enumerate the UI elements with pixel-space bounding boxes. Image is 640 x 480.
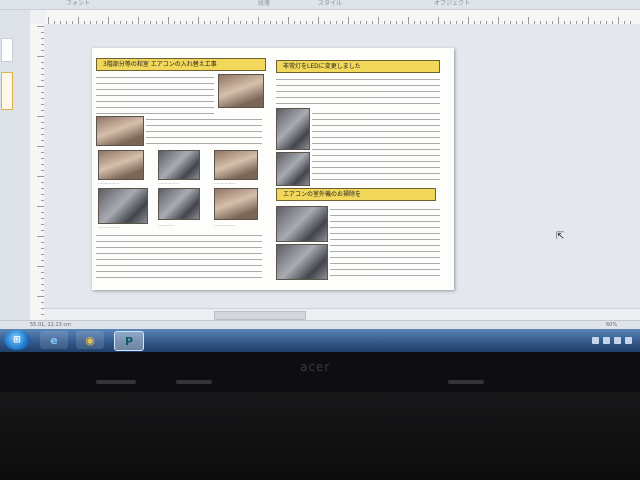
ruler-tick [37,86,44,87]
text-block[interactable] [276,76,440,106]
photo-led-light[interactable] [276,152,310,186]
internet-explorer-icon[interactable]: e [40,331,68,349]
ruler-tick [37,176,44,177]
ruler-tick [108,17,109,24]
ribbon-group-styles: スタイル [318,0,343,7]
ruler-tick [37,236,44,237]
photo-step-3[interactable] [214,150,258,180]
ruler-tick [37,56,44,57]
brand-logo: acer [300,360,331,374]
ruler-tick [528,17,529,24]
caption: ‥‥‥‥‥‥‥‥ [98,180,120,185]
ruler-tick [588,17,589,24]
vertical-ruler[interactable] [30,24,45,320]
key-reflection [448,380,484,384]
tray-icon[interactable] [592,336,599,344]
text-block[interactable] [96,74,214,116]
tray-icon[interactable] [603,336,610,344]
keyboard-area [0,392,640,480]
page-thumbnail-selected[interactable] [1,72,13,110]
screen: フォント 段落 スタイル オブジェクト 3階部分等の和室 エアコンの入れ替え工事… [0,0,640,352]
photo-room[interactable] [96,116,144,146]
text-block[interactable] [96,232,262,282]
ruler-tick [48,17,49,24]
key-reflection [176,380,212,384]
key-reflection [96,380,136,384]
ruler-corner [30,10,47,25]
publisher-icon[interactable]: P [114,331,144,351]
photo-emergency-light[interactable] [276,108,310,150]
ruler-tick [618,17,619,24]
text-block[interactable] [330,206,440,280]
heading-led-emergency-light[interactable]: 非常灯をLEDに変更しました [276,60,440,73]
caption: ‥‥‥‥‥‥‥‥ [214,222,236,227]
heading-outdoor-unit-cleaning[interactable]: エアコンの室外機のお掃除を [276,188,436,201]
heading-aircon-replacement[interactable]: 3階部分等の和室 エアコンの入れ替え工事 [96,58,266,71]
text-block[interactable] [312,110,440,180]
ruler-tick [78,17,79,24]
photo-step-5[interactable] [158,188,200,220]
page-thumbnail[interactable] [1,38,13,62]
ruler-tick [318,17,319,24]
ribbon-group-objects: オブジェクト [434,0,471,7]
ribbon-group-paragraph: 段落 [258,0,271,7]
ruler-tick [258,17,259,24]
ruler-tick [37,206,44,207]
caption: ‥‥‥‥‥‥‥‥ [98,224,120,229]
ruler-tick [37,266,44,267]
ruler-tick [37,146,44,147]
horizontal-ruler[interactable] [46,10,640,25]
system-tray [592,331,636,349]
photo-step-2[interactable] [158,150,200,180]
page-navigation-pane [0,10,31,320]
volume-icon[interactable] [625,336,632,344]
text-block[interactable] [146,116,262,146]
caption: ‥‥‥‥‥‥‥‥ [158,180,180,185]
ruler-tick [168,17,169,24]
ruler-tick [468,17,469,24]
ruler-tick [37,26,44,27]
ruler-tick [438,17,439,24]
publication-page[interactable]: 3階部分等の和室 エアコンの入れ替え工事 ‥‥‥‥‥‥‥‥ ‥‥‥‥‥‥‥‥ ‥… [92,48,454,290]
caption: ‥‥‥‥‥‥‥‥ [214,180,236,185]
network-icon[interactable] [614,336,621,344]
photo-cleaning[interactable] [276,244,328,280]
chrome-icon[interactable]: ◉ [76,331,104,349]
ruler-tick [408,17,409,24]
windows-taskbar: ⊞ e ◉ P [0,329,640,352]
ruler-tick [288,17,289,24]
photo-step-1[interactable] [98,150,144,180]
ruler-tick [558,17,559,24]
ribbon-group-font: フォント [66,0,91,7]
photo-step-6[interactable] [214,188,258,220]
ruler-tick [37,116,44,117]
ruler-tick [348,17,349,24]
ruler-tick [378,17,379,24]
ruler-tick [228,17,229,24]
ruler-tick [37,296,44,297]
ruler-tick [498,17,499,24]
mouse-cursor-icon: ⇱ [556,231,565,242]
caption: ‥‥‥‥‥‥ [158,222,175,227]
ruler-tick [198,17,199,24]
photo-step-4[interactable] [98,188,148,224]
start-button[interactable]: ⊞ [4,330,30,350]
ribbon-group-labels: フォント 段落 スタイル オブジェクト [0,0,640,10]
ruler-tick [138,17,139,24]
photo-old-aircon[interactable] [218,74,264,108]
photo-outdoor-unit[interactable] [276,206,328,242]
scrollbar-thumb[interactable] [214,311,306,320]
